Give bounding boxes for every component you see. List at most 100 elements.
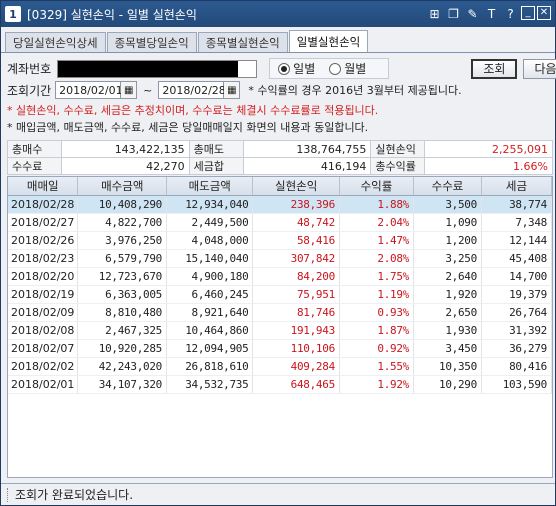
title-bar: 1 [0329] 실현손익 - 일별 실현손익 ⊞ ❐ ✎ T ? _ ✕	[1, 1, 555, 27]
cell-tax: 80,416	[481, 357, 552, 376]
cell-trade-date: 2018/02/26	[8, 231, 79, 250]
summary-realized-value: 2,255,091	[424, 140, 553, 158]
info-row: * 매입금액, 매도금액, 수수료, 세금은 당일매매일지 화면의 내용과 동일…	[7, 119, 368, 135]
cell-realized-pnl: 191,943	[252, 321, 340, 340]
table-row[interactable]: 2018/02/02 42,243,020 26,818,610 409,284 1.5…	[8, 357, 552, 376]
query-button[interactable]: 조회	[471, 58, 518, 79]
next-button[interactable]: 다음	[523, 58, 556, 79]
calendar-icon[interactable]: ▦	[224, 81, 241, 99]
cell-fee: 10,290	[413, 375, 482, 394]
tab-realized-by-stock[interactable]: 종목별실현손익	[197, 32, 288, 52]
summary-rate-label: 총수익률	[370, 157, 426, 175]
layout-icon[interactable]: ⊞	[426, 6, 443, 23]
status-message: 조회가 완료되었습니다.	[15, 488, 134, 502]
radio-daily[interactable]	[278, 62, 291, 75]
header-sell-amount[interactable]: 매도금액	[166, 177, 254, 196]
cell-return-rate: 1.55%	[339, 357, 415, 376]
cell-fee: 2,640	[413, 267, 482, 286]
cell-sell-amount: 12,094,905	[166, 339, 254, 358]
help-icon[interactable]: ?	[502, 6, 519, 23]
tab-today-by-stock[interactable]: 종목별당일손익	[106, 32, 197, 52]
header-tax[interactable]: 세금	[481, 177, 552, 196]
cell-trade-date: 2018/02/19	[8, 285, 79, 304]
cell-realized-pnl: 81,746	[252, 303, 340, 322]
date-to-input[interactable]: 2018/02/28	[158, 81, 226, 99]
tab-today-realized-detail[interactable]: 당일실현손익상세	[5, 32, 106, 52]
cell-sell-amount: 26,818,610	[166, 357, 254, 376]
cell-sell-amount: 4,900,180	[166, 267, 254, 286]
account-field[interactable]	[57, 59, 258, 78]
radio-daily-label: 일별	[293, 62, 316, 76]
window: 1 [0329] 실현손익 - 일별 실현손익 ⊞ ❐ ✎ T ? _ ✕ 당일…	[0, 0, 556, 506]
warning-row: * 실현손익, 수수료, 세금은 추정치이며, 수수료는 체결시 수수료률로 적…	[7, 102, 378, 118]
cell-realized-pnl: 58,416	[252, 231, 340, 250]
close-icon[interactable]: ✕	[537, 5, 551, 20]
table-row[interactable]: 2018/02/27 4,822,700 2,449,500 48,742 2.04% 1…	[8, 213, 552, 232]
table-row[interactable]: 2018/02/01 34,107,320 34,532,735 648,465 1.9…	[8, 375, 552, 394]
window-number-badge: 1	[5, 6, 21, 22]
cell-tax: 19,379	[481, 285, 552, 304]
cell-trade-date: 2018/02/28	[8, 195, 79, 214]
header-trade-date[interactable]: 매매일	[8, 177, 79, 196]
cell-fee: 10,350	[413, 357, 482, 376]
tab-bar: 당일실현손익상세 종목별당일손익 종목별실현손익 일별실현손익	[1, 30, 555, 53]
summary-sell-label: 총매도	[188, 140, 244, 158]
cell-buy-amount: 2,467,325	[77, 321, 167, 340]
font-size-icon[interactable]: T	[483, 6, 500, 23]
table-row[interactable]: 2018/02/28 10,408,290 12,934,040 238,396 1.8…	[8, 195, 552, 214]
cell-realized-pnl: 648,465	[252, 375, 340, 394]
header-fee[interactable]: 수수료	[413, 177, 482, 196]
table-row[interactable]: 2018/02/07 10,920,285 12,094,905 110,106 0.9…	[8, 339, 552, 358]
cell-trade-date: 2018/02/20	[8, 267, 79, 286]
daily-grid[interactable]: 매매일 매수금액 매도금액 실현손익 수익률 수수료 세금 2018/02/28…	[7, 176, 553, 478]
table-row[interactable]: 2018/02/08 2,467,325 10,464,860 191,943 1.87…	[8, 321, 552, 340]
copy-window-icon[interactable]: ❐	[445, 6, 462, 23]
summary-sell-value: 138,764,755	[242, 140, 372, 158]
tab-daily-realized[interactable]: 일별실현손익	[288, 30, 369, 52]
header-return-rate[interactable]: 수익률	[339, 177, 415, 196]
cell-buy-amount: 6,579,790	[77, 249, 167, 268]
cell-sell-amount: 4,048,000	[166, 231, 254, 250]
table-row[interactable]: 2018/02/26 3,976,250 4,048,000 58,416 1.47% 1…	[8, 231, 552, 250]
cell-buy-amount: 34,107,320	[77, 375, 167, 394]
summary-tax-value: 416,194	[242, 157, 372, 175]
cell-fee: 3,250	[413, 249, 482, 268]
cell-tax: 36,279	[481, 339, 552, 358]
summary-realized-label: 실현손익	[370, 140, 426, 158]
table-row[interactable]: 2018/02/23 6,579,790 15,140,040 307,842 2.08…	[8, 249, 552, 268]
cell-tax: 38,774	[481, 195, 552, 214]
minimize-icon[interactable]: _	[521, 5, 535, 20]
header-realized-pnl[interactable]: 실현손익	[252, 177, 340, 196]
calendar-icon[interactable]: ▦	[121, 81, 138, 99]
cell-return-rate: 1.88%	[339, 195, 415, 214]
edit-icon[interactable]: ✎	[464, 6, 481, 23]
table-row[interactable]: 2018/02/20 12,723,670 4,900,180 84,200 1.75%…	[8, 267, 552, 286]
table-row[interactable]: 2018/02/19 6,363,005 6,460,245 75,951 1.19% 1…	[8, 285, 552, 304]
cell-return-rate: 1.92%	[339, 375, 415, 394]
date-from-input[interactable]: 2018/02/01	[55, 81, 123, 99]
cell-realized-pnl: 84,200	[252, 267, 340, 286]
cell-tax: 7,348	[481, 213, 552, 232]
info-note: * 매입금액, 매도금액, 수수료, 세금은 당일매매일지 화면의 내용과 동일…	[7, 121, 369, 134]
cell-sell-amount: 2,449,500	[166, 213, 254, 232]
cell-realized-pnl: 307,842	[252, 249, 340, 268]
header-buy-amount[interactable]: 매수금액	[77, 177, 167, 196]
radio-monthly-label: 월별	[344, 62, 367, 76]
account-row: 계좌번호 일별 월별 조회 다음	[7, 58, 556, 79]
summary-fee-value: 42,270	[60, 157, 190, 175]
cell-trade-date: 2018/02/09	[8, 303, 79, 322]
cell-return-rate: 0.92%	[339, 339, 415, 358]
cell-tax: 14,700	[481, 267, 552, 286]
summary-buy-label: 총매수	[7, 140, 62, 158]
table-row[interactable]: 2018/02/09 8,810,480 8,921,640 81,746 0.93% 2…	[8, 303, 552, 322]
cell-buy-amount: 42,243,020	[77, 357, 167, 376]
cell-tax: 103,590	[481, 375, 552, 394]
cell-fee: 1,200	[413, 231, 482, 250]
status-bar: 조회가 완료되었습니다.	[1, 483, 555, 505]
radio-monthly[interactable]	[329, 62, 342, 75]
summary-fee-label: 수수료	[7, 157, 62, 175]
estimate-warning: * 실현손익, 수수료, 세금은 추정치이며, 수수료는 체결시 수수료률로 적…	[7, 104, 379, 117]
cell-sell-amount: 10,464,860	[166, 321, 254, 340]
cell-buy-amount: 12,723,670	[77, 267, 167, 286]
period-row: 조회기간 2018/02/01 ▦ ~ 2018/02/28 ▦ * 수익률의 …	[7, 81, 462, 99]
